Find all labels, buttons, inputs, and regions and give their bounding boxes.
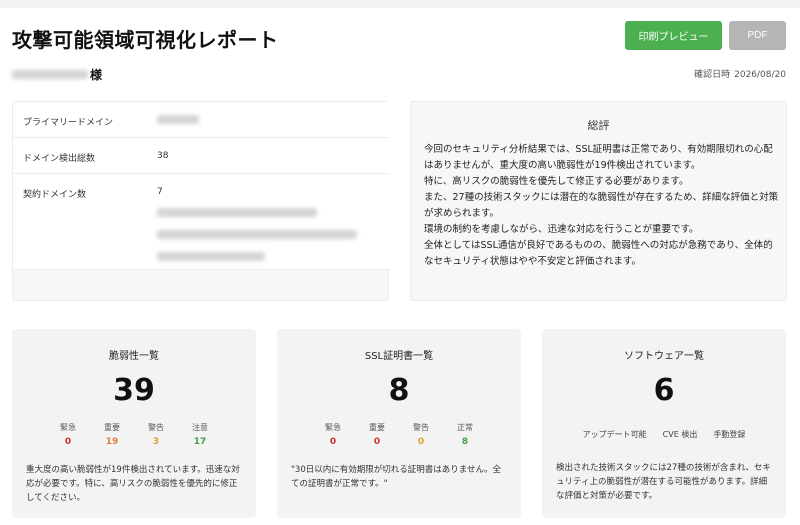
ssl-total: 8 [388,373,410,408]
summary-card: 総評 今回のセキュリティ分析結果では、SSL証明書は正常であり、有効期限切れの心… [410,101,787,301]
summary-line: 環境の制約を考慮しながら、迅速な対応を行うことが重要です。 [424,224,699,235]
severity-critical: 緊急 0 [46,422,90,447]
ssl-status-label: 警告 [413,423,429,432]
summary-text: 今回のセキュリティ分析結果では、SSL証明書は正常であり、有効期限切れの心配はあ… [424,142,780,270]
summary-line: 全体としてはSSL通信が良好であるものの、脆弱性への対応が急務であり、全体的なセ… [424,240,773,267]
pdf-button[interactable]: PDF [729,21,786,50]
ssl-warning: 警告 0 [399,422,443,447]
severity-count: 3 [152,437,160,447]
summary-line: 特に、高リスクの脆弱性を優先して修正する必要があります。 [424,176,689,187]
software-manual-label: 手動登録 [713,430,746,439]
severity-label: 緊急 [60,423,76,432]
summary-line: 今回のセキュリティ分析結果では、SSL証明書は正常であり、有効期限切れの心配はあ… [424,144,773,171]
domain-count-label: ドメイン検出総数 [23,154,96,164]
customer-name: 様 [12,66,102,83]
ssl-status-label: 正常 [457,423,473,432]
confirm-label: 確認日時 [694,70,731,80]
ssl-status-count: 0 [373,437,381,447]
severity-label: 注意 [192,423,208,432]
summary-line: また、27種の技術スタックには潜在的な脆弱性が存在するため、詳細な評価と対策が求… [424,192,779,219]
software-note: 検出された技術スタックには27種の技術が含まれ、セキュリティ上の脆弱性が潜在する… [556,463,771,501]
ssl-status-label: 緊急 [325,423,341,432]
redacted-domain-list [157,208,317,217]
severity-caution: 注意 17 [178,422,222,447]
domain-count-row: ドメイン検出総数 38 [13,138,390,174]
contract-domain-label: 契約ドメイン数 [23,190,87,200]
print-preview-button[interactable]: 印刷プレビュー [625,21,722,50]
ssl-title: SSL証明書一覧 [364,351,434,362]
vulnerability-title: 脆弱性一覧 [109,351,159,362]
ssl-certificate-card[interactable]: SSL証明書一覧 8 緊急 0 重要 0 警告 0 正常 8 "30日以内に有効期限が切… [277,329,521,518]
ssl-status-breakdown: 緊急 0 重要 0 警告 0 正常 8 [277,422,521,447]
primary-domain-label: プライマリードメイン [23,118,114,128]
severity-label: 警告 [148,423,164,432]
customer-honorific: 様 [90,68,103,82]
redacted-domain-list [157,252,265,261]
vulnerability-total: 39 [113,373,155,408]
vulnerability-card[interactable]: 脆弱性一覧 39 緊急 0 重要 19 警告 3 注意 17 重大度の高い脆弱性が19件… [12,329,256,518]
software-card[interactable]: ソフトウェア一覧 6 アップデート可能 CVE 検出 手動登録 検出された技術ス… [542,329,786,518]
confirm-datetime: 確認日時 2026/08/20 [694,67,786,80]
domain-info-card: プライマリードメイン ドメイン検出総数 38 契約ドメイン数 7 [12,101,390,301]
severity-label: 重要 [104,423,120,432]
ssl-note: "30日以内に有効期限が切れる証明書はありません。全ての証明書が正常です。" [291,465,501,489]
ssl-important: 重要 0 [355,422,399,447]
severity-count: 19 [105,437,119,447]
primary-domain-row: プライマリードメイン [13,102,390,138]
ssl-status-count: 0 [329,437,337,447]
contract-domain-value: 7 [157,187,163,197]
ssl-critical: 緊急 0 [311,422,355,447]
severity-count: 17 [193,437,207,447]
redacted-customer-name [12,70,88,79]
page-title: 攻撃可能領域可視化レポート [12,28,279,52]
top-strip [0,0,800,8]
contract-domain-row: 契約ドメイン数 7 [13,174,390,270]
summary-title: 総評 [587,119,610,132]
ssl-status-label: 重要 [369,423,385,432]
vulnerability-note: 重大度の高い脆弱性が19件検出されています。迅速な対応が必要です。特に、高リスク… [26,465,240,503]
severity-important: 重要 19 [90,422,134,447]
severity-warning: 警告 3 [134,422,178,447]
software-categories: アップデート可能 CVE 検出 手動登録 [542,429,786,440]
redacted-primary-domain [157,115,199,124]
software-cve-label: CVE 検出 [662,430,698,439]
software-title: ソフトウェア一覧 [624,351,704,362]
ssl-normal: 正常 8 [443,422,487,447]
confirm-date: 2026/08/20 [734,70,786,80]
ssl-status-count: 0 [417,437,425,447]
domain-count-value: 38 [157,151,169,161]
redacted-domain-list [157,230,357,239]
ssl-status-count: 8 [461,437,469,447]
software-total: 6 [653,373,675,408]
severity-breakdown: 緊急 0 重要 19 警告 3 注意 17 [12,422,256,447]
software-updatable-label: アップデート可能 [582,430,647,439]
severity-count: 0 [64,437,72,447]
